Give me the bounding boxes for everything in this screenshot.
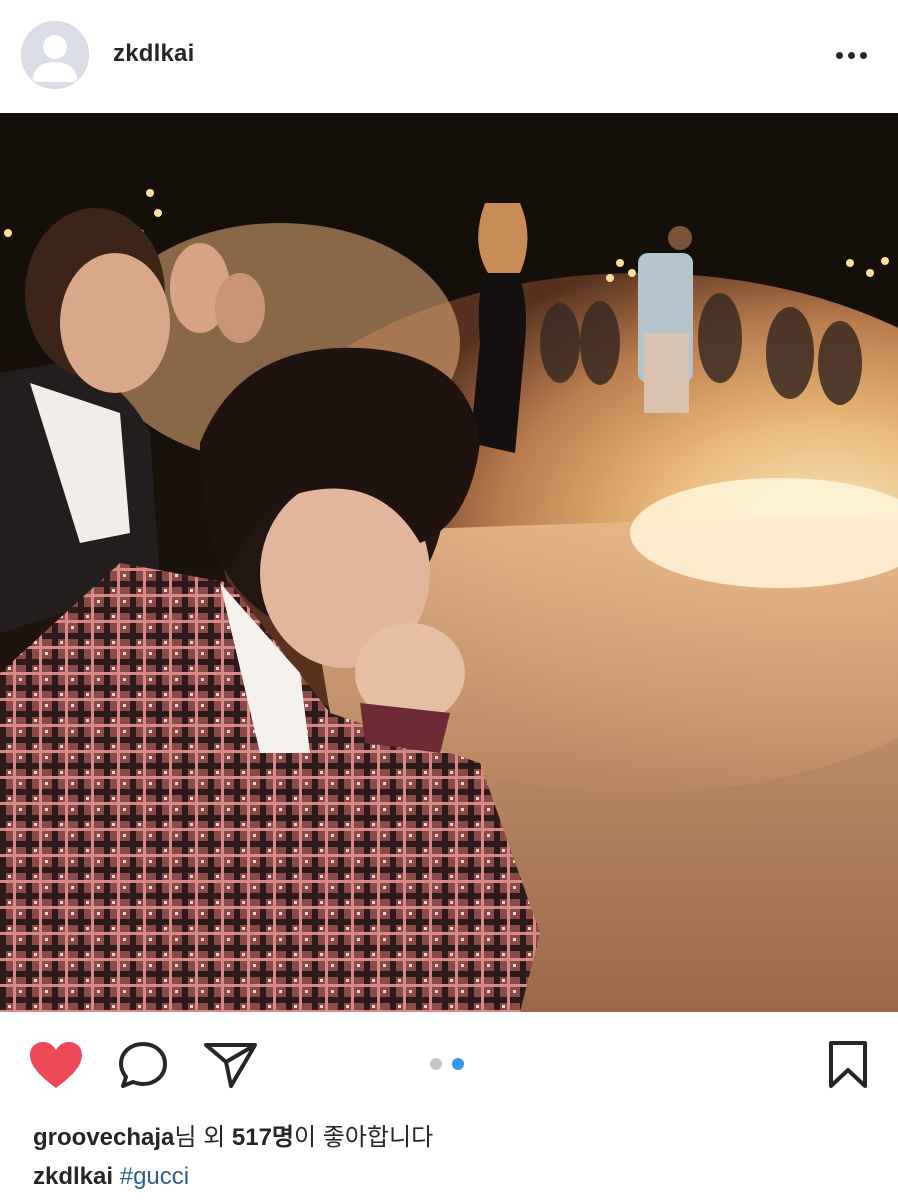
bookmark-icon[interactable] [826,1040,870,1095]
carousel-dot-active [452,1058,464,1070]
liker-username[interactable]: groovechaja [33,1124,174,1151]
avatar[interactable] [21,21,89,89]
instagram-post: zkdlkai groovechaja님 외 517명이 좋아합니다 zkdlk… [0,0,898,1200]
caption-username[interactable]: zkdlkai [33,1163,113,1190]
caption: zkdlkai #gucci [33,1163,189,1191]
likes-summary[interactable]: groovechaja님 외 517명이 좋아합니다 [33,1117,433,1152]
caption-hashtag[interactable]: #gucci [120,1163,189,1190]
post-username[interactable]: zkdlkai [113,40,194,68]
send-icon[interactable] [203,1040,259,1095]
likes-suffix-text: 이 좋아합니다 [294,1124,434,1151]
likes-middle-text: 님 외 [174,1124,232,1151]
carousel-dot [430,1058,442,1070]
carousel-indicator [430,1058,464,1070]
likes-count[interactable]: 517명 [232,1124,294,1151]
default-avatar-icon [22,22,88,88]
comment-icon[interactable] [118,1040,170,1095]
post-photo[interactable] [0,113,898,1012]
more-options-icon[interactable] [826,38,876,72]
heart-filled-icon[interactable] [28,1040,84,1095]
photo-illustration [0,113,898,1012]
post-header: zkdlkai [0,0,898,113]
